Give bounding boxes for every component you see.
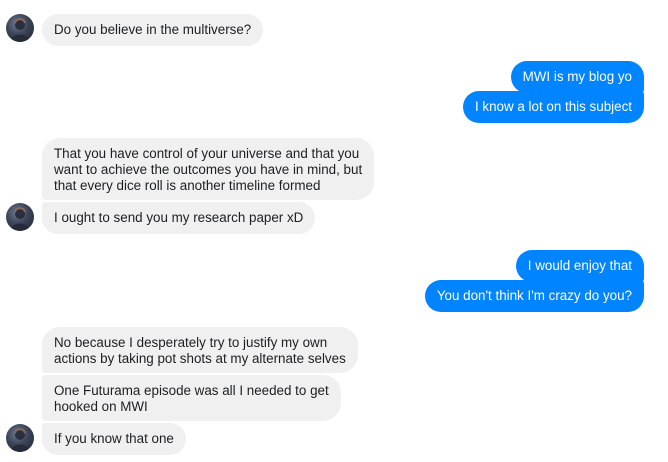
contact-avatar-icon[interactable] (6, 203, 34, 231)
message-bubble-incoming[interactable]: I ought to send you my research paper xD (42, 202, 316, 234)
contact-avatar-icon[interactable] (6, 424, 34, 452)
contact-avatar-icon[interactable] (6, 14, 34, 42)
message-bubble-incoming[interactable]: One Futurama episode was all I needed to… (42, 375, 341, 421)
message-bubble-outgoing[interactable]: I would enjoy that (515, 250, 644, 282)
message-bubble-outgoing[interactable]: I know a lot on this subject (462, 91, 644, 123)
message-bubble-outgoing[interactable]: You don't think I'm crazy do you? (424, 280, 644, 312)
message-bubble-incoming[interactable]: No because I desperately try to justify … (42, 327, 358, 373)
message-bubble-incoming[interactable]: That you have control of your universe a… (42, 138, 375, 200)
message-bubble-outgoing[interactable]: MWI is my blog yo (510, 61, 644, 93)
message-bubble-incoming[interactable]: Do you believe in the multiverse? (42, 14, 264, 46)
message-bubble-incoming[interactable]: If you know that one (42, 423, 186, 455)
